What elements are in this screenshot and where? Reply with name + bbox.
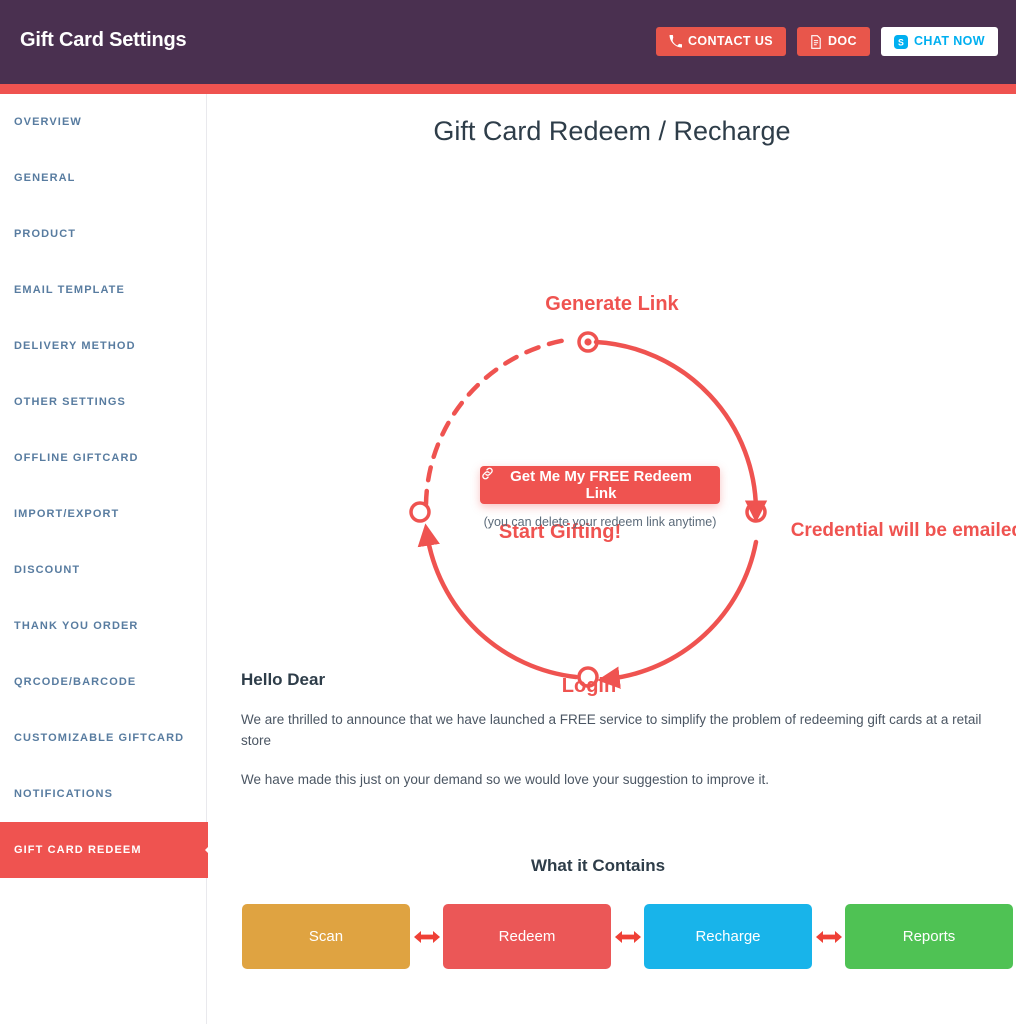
feature-box-reports: Reports <box>845 904 1013 969</box>
sidebar-item-label: DISCOUNT <box>14 564 81 576</box>
sidebar-item-label: OVERVIEW <box>14 116 82 128</box>
doc-button[interactable]: DOC <box>797 27 870 56</box>
sidebar-item-import-export[interactable]: IMPORT/EXPORT <box>0 486 206 542</box>
copy-paragraph-1: We are thrilled to announce that we have… <box>241 712 982 748</box>
sidebar-item-qrcode-barcode[interactable]: QRCODE/BARCODE <box>0 654 206 710</box>
header-actions: CONTACT US DOC S CHAT NOW <box>655 27 998 56</box>
document-icon <box>810 34 822 49</box>
sidebar-item-label: THANK YOU ORDER <box>14 620 139 632</box>
feature-box-label: Scan <box>308 928 344 945</box>
sidebar-item-label: IMPORT/EXPORT <box>14 508 120 520</box>
get-free-redeem-link-button[interactable]: Get Me My FREE Redeem Link <box>480 466 720 504</box>
sidebar-item-delivery-method[interactable]: DELIVERY METHOD <box>0 318 206 374</box>
contact-us-label: CONTACT US <box>687 34 773 49</box>
sidebar-item-offline-giftcard[interactable]: OFFLINE GIFTCARD <box>0 430 206 486</box>
redeem-flow-diagram: Generate Link Credential will be emailed… <box>208 194 1016 729</box>
sidebar-item-label: GENERAL <box>14 172 76 184</box>
gift-card-settings-page: Gift Card Settings CONTACT US DOC S CHAT… <box>0 0 1016 1024</box>
chat-now-label: CHAT NOW <box>913 34 985 49</box>
feature-box-scan: Scan <box>242 904 410 969</box>
edge-credential-to-login <box>597 539 759 689</box>
sidebar-item-discount[interactable]: DISCOUNT <box>0 542 206 598</box>
flow-circle-svg <box>409 331 768 689</box>
svg-text:S: S <box>898 37 904 47</box>
sidebar-item-general[interactable]: GENERAL <box>0 150 206 206</box>
cta-note: (you can delete your redeem link anytime… <box>483 515 717 529</box>
copy-paragraph-2: We have made this just on your demand so… <box>241 771 770 787</box>
announcement-copy: Hello Dear We are thrilled to announce t… <box>241 670 986 809</box>
sidebar-item-label: PRODUCT <box>14 228 77 240</box>
double-arrow-icon <box>410 926 443 948</box>
node-start-gifting <box>409 501 431 523</box>
contact-us-button[interactable]: CONTACT US <box>655 27 786 56</box>
copy-heading: Hello Dear <box>241 670 326 689</box>
node-label-generate-link: Generate Link <box>545 293 679 315</box>
sidebar-item-label: CUSTOMIZABLE GIFTCARD <box>14 732 185 744</box>
sidebar-item-label: OTHER SETTINGS <box>14 396 126 408</box>
page-title: Gift Card Redeem / Recharge <box>433 116 791 146</box>
app-header: Gift Card Settings CONTACT US DOC S CHAT… <box>0 0 1016 84</box>
what-it-contains-title: What it Contains <box>530 856 666 875</box>
chat-now-button[interactable]: S CHAT NOW <box>880 27 998 56</box>
feature-box-redeem: Redeem <box>443 904 611 969</box>
header-accent-stripe <box>0 84 1016 94</box>
sidebar-item-other-settings[interactable]: OTHER SETTINGS <box>0 374 206 430</box>
sidebar-item-label: OFFLINE GIFTCARD <box>14 452 139 464</box>
doc-label: DOC <box>828 34 857 49</box>
settings-sidebar: OVERVIEW GENERAL PRODUCT EMAIL TEMPLATE … <box>0 94 215 1024</box>
feature-box-label: Reports <box>902 928 956 945</box>
phone-icon <box>669 35 682 48</box>
main-content: Gift Card Redeem / Recharge Generate Lin… <box>208 94 1016 1024</box>
redeem-link-cta: Get Me My FREE Redeem Link (you can dele… <box>480 466 720 534</box>
sidebar-item-overview[interactable]: OVERVIEW <box>0 94 206 150</box>
feature-box-recharge: Recharge <box>644 904 812 969</box>
sidebar-item-email-template[interactable]: EMAIL TEMPLATE <box>0 262 206 318</box>
sidebar-item-label: DELIVERY METHOD <box>14 340 136 352</box>
node-label-credential: Credential will be emailed to you <box>790 520 1016 541</box>
app-title: Gift Card Settings <box>20 29 187 51</box>
sidebar-item-customizable-giftcard[interactable]: CUSTOMIZABLE GIFTCARD <box>0 710 206 766</box>
sidebar-item-label: EMAIL TEMPLATE <box>14 284 125 296</box>
sidebar-item-label: QRCODE/BARCODE <box>14 676 137 688</box>
sidebar-item-thank-you-order[interactable]: THANK YOU ORDER <box>0 598 206 654</box>
cta-label: Get Me My FREE Redeem Link <box>510 468 692 502</box>
feature-box-label: Recharge <box>695 928 761 945</box>
feature-flow-row: Scan Redeem Recharge Reports <box>242 904 1013 969</box>
sidebar-item-notifications[interactable]: NOTIFICATIONS <box>0 766 206 822</box>
sidebar-item-gift-card-redeem[interactable]: GIFT CARD REDEEM <box>0 822 215 878</box>
sidebar-item-label: NOTIFICATIONS <box>14 788 114 800</box>
double-arrow-icon <box>611 926 644 948</box>
double-arrow-icon <box>812 926 845 948</box>
feature-box-label: Redeem <box>498 928 556 945</box>
edge-login-to-start-gifting <box>417 523 579 680</box>
sidebar-item-label: GIFT CARD REDEEM <box>14 844 142 856</box>
skype-icon: S <box>893 34 908 49</box>
sidebar-item-product[interactable]: PRODUCT <box>0 206 206 262</box>
